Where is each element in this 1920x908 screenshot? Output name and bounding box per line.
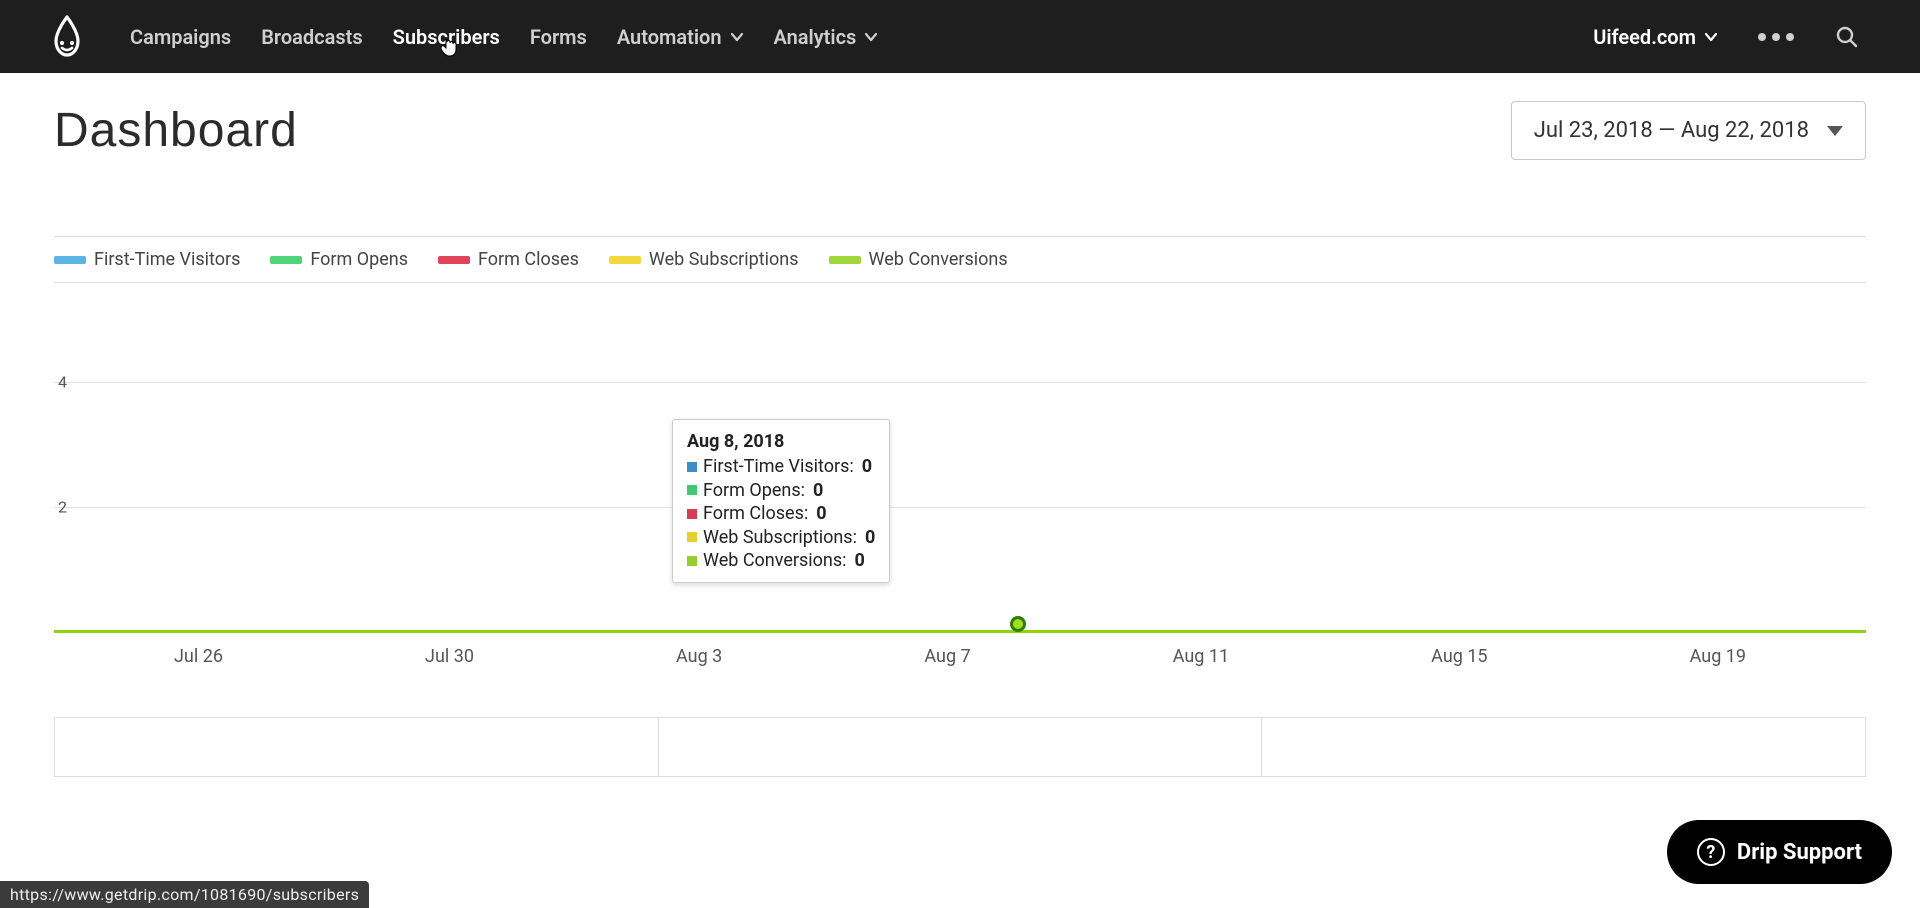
x-tick-label: Aug 19 [1690,646,1746,667]
main-nav: Campaigns Broadcasts Subscribers Forms A… [130,25,1593,49]
tooltip-date: Aug 8, 2018 [687,430,875,453]
nav-automation[interactable]: Automation [617,25,744,49]
tooltip-row: Form Closes: 0 [687,502,875,525]
y-tick-label: 4 [58,373,67,392]
legend-form-closes[interactable]: Form Closes [438,249,579,270]
nav-broadcasts[interactable]: Broadcasts [261,25,362,49]
legend-swatch [438,256,470,264]
tooltip-value: 0 [862,455,872,478]
account-switcher[interactable]: Uifeed.com [1593,25,1718,49]
chart-gridline [54,382,1866,383]
page: Dashboard Jul 23, 2018 — Aug 22, 2018 Fi… [0,73,1920,777]
nav-label: Subscribers [393,25,500,49]
nav-label: Campaigns [130,25,231,49]
tooltip-label: First-Time Visitors: [703,455,854,478]
x-tick-label: Aug 11 [1173,646,1229,667]
chart-gridline [54,507,1866,508]
drip-logo-icon [50,15,84,59]
legend-swatch [829,256,861,264]
nav-analytics[interactable]: Analytics [774,25,879,49]
legend-swatch [270,256,302,264]
tooltip-row: First-Time Visitors: 0 [687,455,875,478]
tooltip-swatch [687,532,697,542]
nav-label: Automation [617,25,722,49]
support-label: Drip Support [1737,840,1862,865]
tooltip-row: Web Subscriptions: 0 [687,526,875,549]
nav-forms[interactable]: Forms [530,25,587,49]
chart-area[interactable]: 4 2 Aug 8, 2018 First-Time Visitors: 0 F… [54,307,1866,667]
date-range-picker[interactable]: Jul 23, 2018 — Aug 22, 2018 [1511,101,1866,160]
account-label: Uifeed.com [1593,25,1696,49]
support-widget[interactable]: ? Drip Support [1667,820,1892,884]
tooltip-value: 0 [855,549,865,572]
dot-icon [1786,33,1794,41]
topbar: Campaigns Broadcasts Subscribers Forms A… [0,0,1920,73]
y-tick-label: 2 [58,498,67,517]
tooltip-value: 0 [865,526,875,549]
chart-tooltip: Aug 8, 2018 First-Time Visitors: 0 Form … [672,419,890,583]
stat-panels-row [54,717,1866,777]
tooltip-label: Form Opens: [703,479,805,502]
legend-label: Form Opens [310,249,408,270]
search-icon [1835,25,1859,49]
date-range-label: Jul 23, 2018 — Aug 22, 2018 [1534,118,1809,143]
browser-statusbar: https://www.getdrip.com/1081690/subscrib… [0,881,369,908]
tooltip-label: Web Subscriptions: [703,526,857,549]
stat-panel[interactable] [659,717,1263,777]
chart-series-line [54,630,1866,633]
x-tick-label: Aug 15 [1431,646,1487,667]
x-tick-label: Aug 3 [676,646,722,667]
stat-panel[interactable] [54,717,659,777]
x-tick-label: Jul 26 [174,646,223,667]
stat-panel[interactable] [1262,717,1866,777]
legend-label: Form Closes [478,249,579,270]
legend-form-opens[interactable]: Form Opens [270,249,408,270]
chevron-down-icon [730,30,744,44]
page-title: Dashboard [54,103,298,158]
chart-legend: First-Time Visitors Form Opens Form Clos… [54,236,1866,283]
tooltip-value: 0 [813,479,823,502]
legend-swatch [54,256,86,264]
chart-x-axis: Jul 26 Jul 30 Aug 3 Aug 7 Aug 11 Aug 15 … [54,646,1866,667]
legend-swatch [609,256,641,264]
tooltip-label: Web Conversions: [703,549,847,572]
nav-label: Analytics [774,25,857,49]
tooltip-label: Form Closes: [703,502,808,525]
nav-campaigns[interactable]: Campaigns [130,25,231,49]
dropdown-triangle-icon [1827,126,1843,136]
tooltip-row: Web Conversions: 0 [687,549,875,572]
x-tick-label: Jul 30 [425,646,474,667]
tooltip-swatch [687,509,697,519]
chart-hover-point [1010,616,1026,632]
search-button[interactable] [1834,24,1860,50]
help-icon: ? [1697,838,1725,866]
tooltip-swatch [687,485,697,495]
legend-web-subscriptions[interactable]: Web Subscriptions [609,249,799,270]
nav-subscribers[interactable]: Subscribers [393,25,500,49]
statusbar-text: https://www.getdrip.com/1081690/subscrib… [10,885,359,904]
more-menu[interactable] [1758,33,1794,41]
page-header: Dashboard Jul 23, 2018 — Aug 22, 2018 [54,101,1866,160]
x-tick-label: Aug 7 [924,646,970,667]
chevron-down-icon [864,30,878,44]
topbar-right: Uifeed.com [1593,24,1860,50]
legend-first-time-visitors[interactable]: First-Time Visitors [54,249,240,270]
tooltip-swatch [687,462,697,472]
dot-icon [1758,33,1766,41]
legend-label: First-Time Visitors [94,249,240,270]
legend-web-conversions[interactable]: Web Conversions [829,249,1008,270]
legend-label: Web Conversions [869,249,1008,270]
logo[interactable] [50,15,84,59]
tooltip-value: 0 [816,502,826,525]
nav-label: Broadcasts [261,25,362,49]
chevron-down-icon [1704,30,1718,44]
tooltip-row: Form Opens: 0 [687,479,875,502]
dot-icon [1772,33,1780,41]
legend-label: Web Subscriptions [649,249,799,270]
tooltip-swatch [687,556,697,566]
nav-label: Forms [530,25,587,49]
